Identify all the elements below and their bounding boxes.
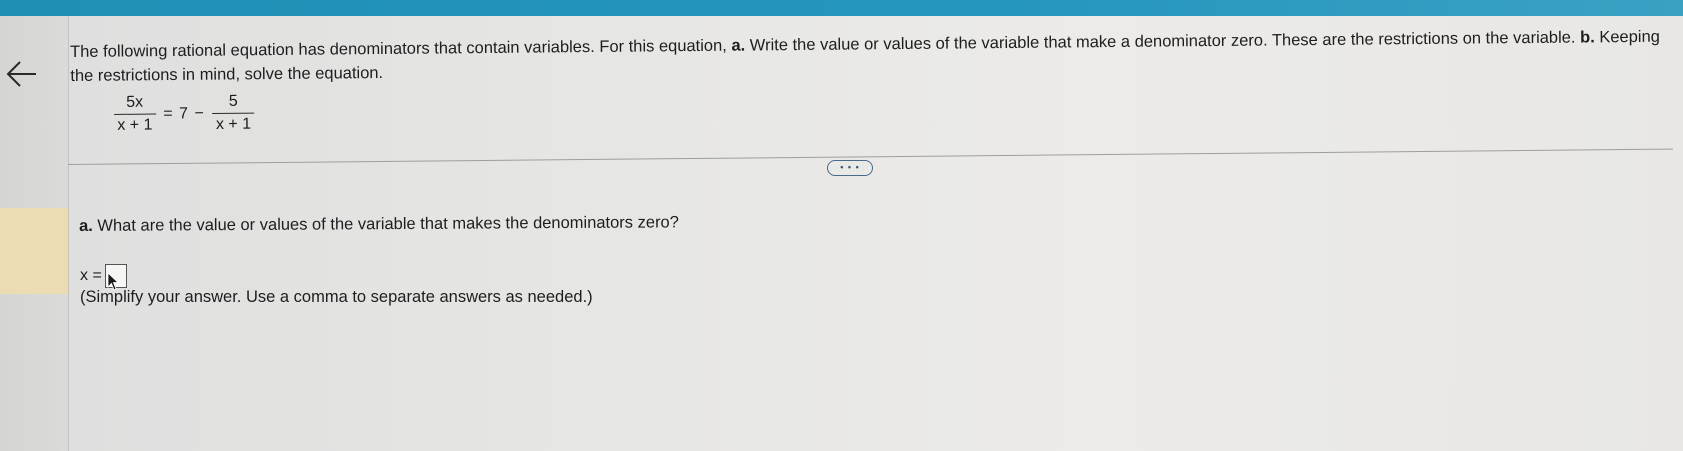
part-a-label: a. — [79, 216, 93, 235]
back-arrow-icon[interactable] — [4, 56, 40, 92]
part-b-marker: b. — [1579, 28, 1595, 47]
rhs-numerator: 5 — [212, 92, 255, 114]
part-a-marker: a. — [731, 36, 746, 55]
question-intro: The following rational equation has deno… — [70, 36, 732, 61]
top-header-bar — [0, 0, 1683, 16]
lhs-fraction: 5x x + 1 — [111, 93, 159, 135]
part-a-prompt: What are the value or values of the vari… — [92, 213, 679, 235]
rational-equation: 5x x + 1 = 7 − 5 x + 1 — [108, 92, 260, 135]
expand-more-button[interactable]: • • • — [827, 160, 873, 176]
answer-label: x = — [80, 267, 102, 284]
active-question-marker — [0, 208, 68, 294]
lhs-numerator: 5x — [113, 93, 156, 115]
rhs-denominator: x + 1 — [215, 115, 252, 133]
rhs-fraction: 5 x + 1 — [210, 92, 258, 134]
part-a-question: a. What are the value or values of the v… — [79, 213, 679, 236]
equation-middle: = 7 − — [163, 104, 205, 122]
lhs-denominator: x + 1 — [117, 116, 153, 134]
question-part-a-text: Write the value or values of the variabl… — [745, 28, 1581, 55]
answer-hint: (Simplify your answer. Use a comma to se… — [80, 288, 593, 306]
question-text: The following rational equation has deno… — [70, 25, 1660, 88]
